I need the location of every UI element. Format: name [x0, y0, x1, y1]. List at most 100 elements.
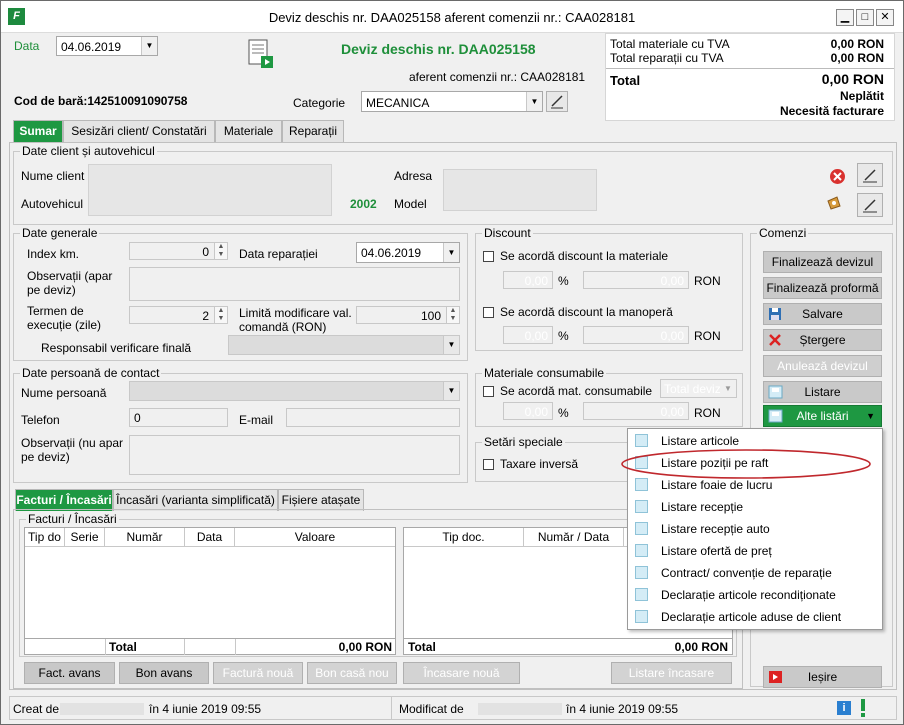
menu-item-list-car-reception[interactable]: Listare recepție auto [628, 518, 882, 540]
invoices-total-row: Total 0,00 RON [25, 638, 395, 655]
email-input[interactable] [286, 408, 460, 427]
listing-button[interactable]: Listare [763, 381, 882, 403]
window-title: Deviz deschis nr. DAA025158 aferent come… [268, 10, 636, 25]
finalize-proforma-button[interactable]: Finalizează proformă [763, 277, 882, 299]
term-input[interactable]: 2 ▲ ▼ [129, 306, 228, 324]
edit-client-button[interactable] [857, 163, 883, 187]
tab-attached-files[interactable]: Fișiere atașate [278, 489, 364, 511]
repair-date-label: Data reparației [239, 247, 318, 261]
document-title: Deviz deschis nr. DAA025158 [341, 41, 536, 57]
consumables-ron[interactable]: 0,00 [583, 402, 689, 420]
discount-materials-pct[interactable]: 0,00 [503, 271, 553, 289]
cancel-deviz-button[interactable]: Anulează devizul [763, 355, 882, 377]
column-header[interactable]: Număr / Data [524, 528, 624, 547]
close-button[interactable]: ✕ [876, 9, 894, 26]
menu-item-list-price-offer[interactable]: Listare ofertă de preț [628, 540, 882, 562]
pencil-icon [551, 95, 563, 109]
discount-materials-checkbox[interactable] [483, 251, 494, 262]
tab-complaints[interactable]: Sesizări client/ Constatări [63, 120, 215, 142]
vehicle-year: 2002 [350, 197, 377, 211]
category-select[interactable]: MECANICA ▼ [361, 91, 543, 112]
repair-date-picker[interactable]: 04.06.2019 ▼ [356, 242, 460, 263]
column-header[interactable]: Tip doc. [404, 528, 524, 547]
invoices-total-value: 0,00 RON [338, 640, 392, 654]
remove-client-button[interactable] [829, 168, 846, 185]
menu-item-list-reception[interactable]: Listare recepție [628, 496, 882, 518]
delete-button[interactable]: Ștergere [763, 329, 882, 351]
total-repairs-value: 0,00 RON [830, 51, 884, 65]
column-header[interactable]: Serie [65, 528, 105, 547]
chevron-down-icon[interactable]: ▼ [443, 243, 459, 262]
discount-labor-ron[interactable]: 0,00 [583, 326, 689, 344]
advance-voucher-button[interactable]: Bon avans [119, 662, 209, 684]
save-label: Salvare [802, 307, 843, 321]
advance-invoice-button[interactable]: Fact. avans [24, 662, 115, 684]
term-spinner[interactable]: ▲ ▼ [214, 307, 227, 323]
warning-icon[interactable] [860, 699, 866, 717]
contact-observations-textarea[interactable] [129, 435, 460, 475]
discount-labor-label: Se acordă discount la manoperă [500, 305, 673, 319]
pencil-icon [863, 169, 877, 183]
finalize-deviz-button[interactable]: Finalizează devizul [763, 251, 882, 273]
tab-invoices[interactable]: Facturi / Încasări [15, 489, 113, 511]
client-info-field[interactable] [88, 164, 332, 216]
other-listings-button[interactable]: Alte listări ▼ [763, 405, 882, 427]
print-icon [635, 566, 648, 579]
payment-status: Neplătit [839, 89, 884, 103]
ron-unit: RON [694, 274, 721, 288]
chevron-down-icon[interactable]: ▼ [720, 380, 736, 397]
discount-materials-ron[interactable]: 0,00 [583, 271, 689, 289]
invoices-total-label: Total [109, 640, 137, 654]
payment-listing-button[interactable]: Listare încasare [611, 662, 732, 684]
print-icon [635, 544, 648, 557]
consumables-checkbox[interactable] [483, 386, 494, 397]
tab-simplified-payments[interactable]: Încasări (varianta simplificată) [113, 489, 278, 511]
chevron-down-icon[interactable]: ▼ [526, 92, 542, 111]
phone-input[interactable]: 0 [129, 408, 228, 427]
minimize-button[interactable]: ▁ [836, 9, 854, 26]
chevron-down-icon[interactable]: ▼ [443, 382, 459, 400]
edit-vehicle-button[interactable] [857, 193, 883, 217]
save-button[interactable]: Salvare [763, 303, 882, 325]
reverse-charge-checkbox[interactable] [483, 459, 494, 470]
vehicle-sign-icon[interactable] [825, 195, 843, 211]
contact-name-select[interactable]: ▼ [129, 381, 460, 401]
limit-spinner[interactable]: ▲ ▼ [446, 307, 459, 323]
new-payment-button[interactable]: Încasare nouă [403, 662, 520, 684]
menu-item-reconditioned-declaration[interactable]: Declarație articole recondiționate [628, 584, 882, 606]
maximize-button[interactable]: □ [856, 9, 874, 26]
edit-category-button[interactable] [546, 91, 568, 112]
discount-labor-checkbox[interactable] [483, 307, 494, 318]
chevron-down-icon[interactable]: ▼ [443, 336, 459, 354]
chevron-down-icon[interactable]: ▼ [141, 37, 157, 55]
tab-repairs[interactable]: Reparații [282, 120, 344, 142]
delete-x-icon [769, 334, 781, 346]
contact-name-label: Nume persoană [21, 386, 107, 400]
new-receipt-button[interactable]: Bon casă nou [307, 662, 397, 684]
phone-value: 0 [134, 411, 141, 425]
tab-summary[interactable]: Sumar [13, 120, 63, 142]
info-icon[interactable]: i [837, 701, 851, 715]
column-header[interactable]: Tip do [25, 528, 65, 547]
limit-input[interactable]: 100 ▲ ▼ [356, 306, 460, 324]
consumables-pct[interactable]: 0,00 [503, 402, 553, 420]
column-header[interactable]: Data [185, 528, 235, 547]
discount-labor-pct[interactable]: 0,00 [503, 326, 553, 344]
menu-item-client-articles-declaration[interactable]: Declarație articole aduse de client [628, 606, 882, 628]
consumables-basis-select[interactable]: Total deviz ▼ [660, 379, 737, 398]
observations-textarea[interactable] [129, 267, 460, 301]
km-spinner[interactable]: ▲ ▼ [214, 243, 227, 259]
new-invoice-button[interactable]: Factură nouă [213, 662, 303, 684]
invoices-grid[interactable]: Tip do Serie Număr Data Valoare Total 0,… [24, 527, 396, 655]
address-field[interactable] [443, 169, 597, 211]
column-header[interactable]: Valoare [235, 528, 395, 547]
column-header[interactable]: Număr [105, 528, 185, 547]
date-picker[interactable]: 04.06.2019 ▼ [56, 36, 158, 56]
km-input[interactable]: 0 ▲ ▼ [129, 242, 228, 260]
exit-button[interactable]: Ieșire [763, 666, 882, 688]
created-date: în 4 iunie 2019 09:55 [149, 702, 262, 716]
menu-item-repair-contract[interactable]: Contract/ convenție de reparație [628, 562, 882, 584]
listing-label: Listare [804, 385, 841, 399]
responsible-select[interactable]: ▼ [228, 335, 460, 355]
tab-materials[interactable]: Materiale [215, 120, 282, 142]
